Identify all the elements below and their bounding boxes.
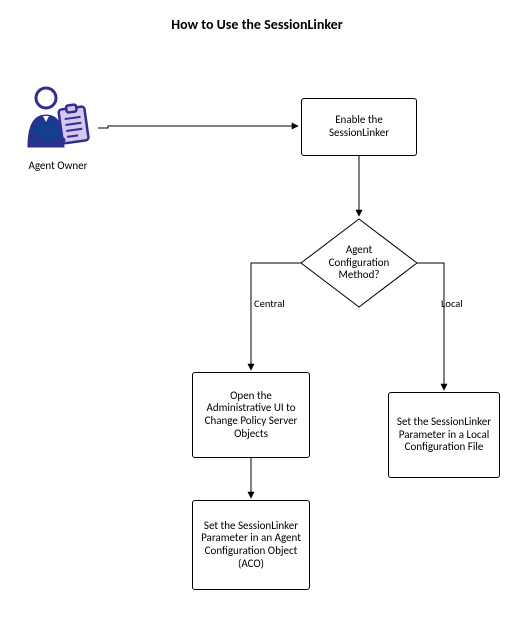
clipboard-person-icon [23,86,93,152]
edge-label-central: Central [254,297,285,310]
diagram-stage: How to Use the SessionLinker Agent Owner [0,0,514,620]
diagram-title: How to Use the SessionLinker [0,16,514,33]
node-open-admin-ui: Open the Administrative UI to Change Pol… [192,372,310,458]
actor-label: Agent Owner [18,159,98,172]
node-set-local-config: Set the SessionLinker Parameter in a Loc… [388,392,500,478]
node-set-aco: Set the SessionLinker Parameter in an Ag… [192,500,310,590]
actor-agent-owner: Agent Owner [18,86,98,172]
edge-label-local: Local [441,297,463,310]
node-enable-sessionlinker: Enable the SessionLinker [301,98,417,156]
node-decision-config-method: Agent Configuration Method? [300,218,418,308]
decision-label: Agent Configuration Method? [319,244,399,282]
